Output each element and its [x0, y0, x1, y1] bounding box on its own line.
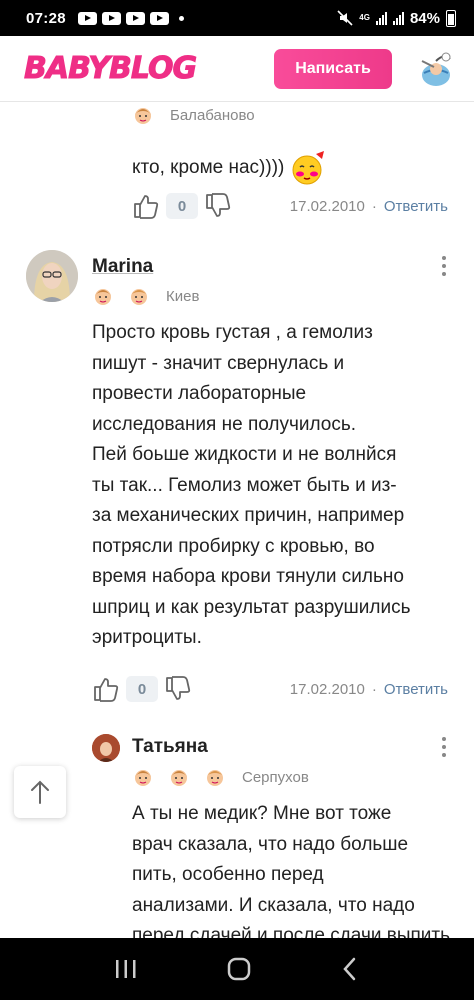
- signal-icon: [375, 11, 387, 25]
- like-count: 0: [126, 676, 158, 702]
- more-vertical-icon[interactable]: [441, 256, 447, 278]
- logo[interactable]: BABYBLOG: [23, 51, 197, 87]
- app-header: BABYBLOG Написать: [0, 36, 474, 102]
- thumbs-up-icon[interactable]: [92, 675, 120, 703]
- comment-date: 17.02.2010: [289, 197, 365, 215]
- comment-text: Просто кровь густая , а гемолиз пишут - …: [92, 322, 411, 648]
- signal-icon: [392, 11, 404, 25]
- battery-icon: [446, 9, 456, 27]
- status-bar: 07:28 4G 84%: [0, 0, 474, 36]
- girl-icon: [135, 770, 151, 786]
- comment-text: А ты не медик? Мне вот тоже врач сказала…: [132, 803, 450, 938]
- like-count: 0: [166, 193, 198, 219]
- network-type: 4G: [359, 13, 370, 22]
- comment-date: 17.02.2010: [289, 680, 365, 698]
- back-icon[interactable]: [339, 956, 361, 982]
- avatar-photo: [26, 250, 78, 302]
- girl-icon: [135, 108, 151, 124]
- comment-location: Серпухов: [242, 768, 309, 786]
- comment-location: Киев: [166, 287, 200, 305]
- reply-link[interactable]: Ответить: [384, 198, 448, 215]
- comment-location: Балабаново: [170, 106, 255, 124]
- status-time: 07:28: [26, 9, 66, 27]
- home-icon[interactable]: [225, 955, 253, 983]
- reply-link[interactable]: Ответить: [384, 681, 448, 698]
- avatar[interactable]: [26, 250, 78, 302]
- boy-icon: [207, 770, 223, 786]
- user-avatar-icon[interactable]: [416, 49, 456, 89]
- mute-icon: [337, 10, 353, 26]
- avatar[interactable]: [92, 734, 120, 762]
- youtube-notification-icon: [125, 11, 145, 25]
- scroll-to-top-button[interactable]: [14, 766, 66, 818]
- boy-icon: [131, 289, 147, 305]
- thumbs-up-icon[interactable]: [132, 192, 160, 220]
- youtube-notification-icon: [101, 11, 121, 25]
- comment-author[interactable]: Marina: [92, 256, 153, 278]
- more-vertical-icon[interactable]: [441, 737, 447, 759]
- battery-percent: 84%: [409, 9, 440, 27]
- thumbs-down-icon[interactable]: [204, 192, 232, 220]
- avatar-photo: [92, 734, 120, 762]
- girl-icon: [171, 770, 187, 786]
- more-notifications-icon: [178, 15, 184, 21]
- comments-feed[interactable]: Балабаново кто, кроме нас)))) 0 17.02.20…: [0, 102, 474, 938]
- comment-author[interactable]: Татьяна: [132, 736, 208, 758]
- comment-text: кто, кроме нас)))): [132, 156, 285, 178]
- thumbs-down-icon[interactable]: [164, 675, 192, 703]
- write-button[interactable]: Написать: [274, 48, 392, 89]
- recent-apps-icon[interactable]: [113, 958, 139, 980]
- girl-icon: [95, 289, 111, 305]
- blushing-smiley-icon: [292, 151, 325, 185]
- system-nav-bar: [0, 938, 474, 1000]
- youtube-notification-icon: [149, 11, 169, 25]
- arrow-up-icon: [31, 780, 49, 804]
- youtube-notification-icon: [77, 11, 97, 25]
